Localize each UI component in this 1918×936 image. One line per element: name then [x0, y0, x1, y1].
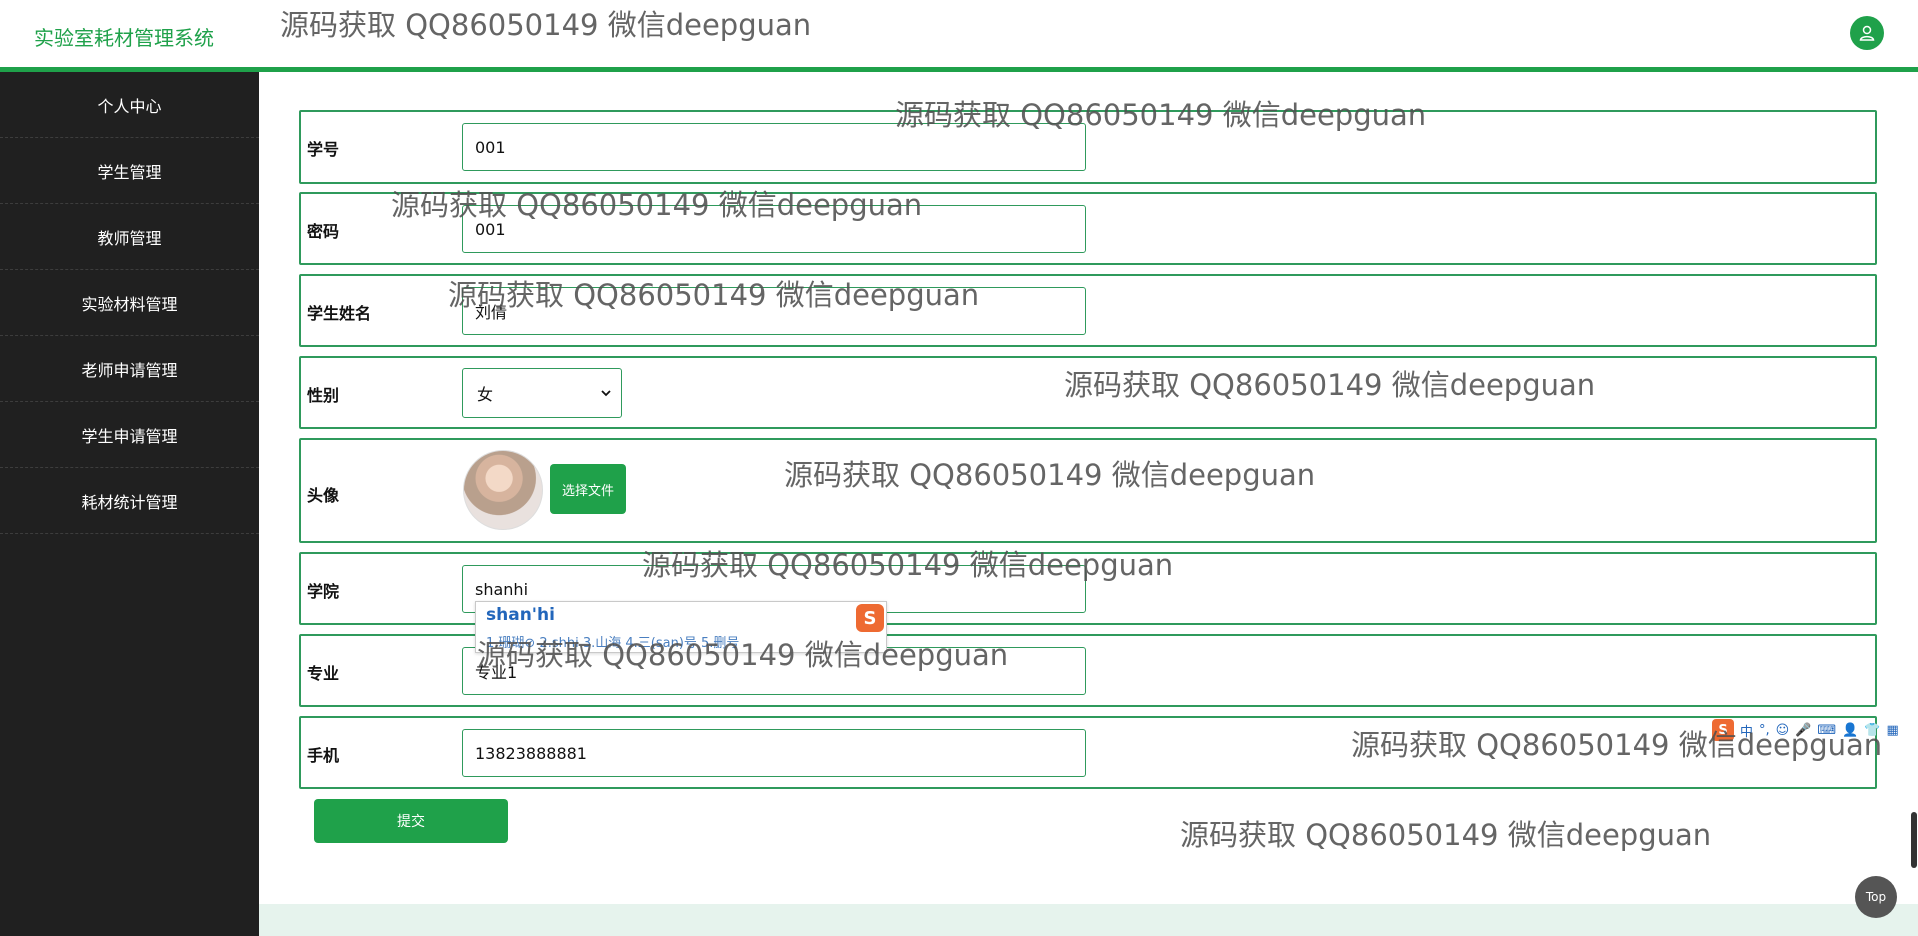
phone-label: 手机: [307, 746, 340, 765]
ime-logo-icon: S: [856, 604, 884, 632]
phone-input[interactable]: [462, 729, 1086, 777]
gender-select-value: 女: [477, 385, 494, 404]
punctuation-icon[interactable]: °,: [1759, 723, 1770, 738]
scrollbar-thumb[interactable]: [1911, 812, 1917, 868]
sidebar-item-student-management[interactable]: 学生管理: [0, 138, 259, 204]
sidebar-item-personal-center[interactable]: 个人中心: [0, 72, 259, 138]
user-icon[interactable]: 👤: [1842, 723, 1858, 738]
name-label: 学生姓名: [307, 304, 372, 323]
microphone-icon[interactable]: 🎤: [1795, 723, 1811, 738]
submit-button[interactable]: 提交: [314, 799, 508, 843]
grid-icon[interactable]: ▦: [1887, 723, 1899, 738]
student-id-input[interactable]: [462, 123, 1086, 171]
form-row-student-id: 学号: [299, 110, 1877, 184]
name-input[interactable]: [462, 287, 1086, 335]
password-label: 密码: [307, 222, 340, 241]
user-avatar-button[interactable]: [1850, 16, 1884, 50]
skin-icon[interactable]: 👕: [1864, 723, 1880, 738]
form-row-name: 学生姓名: [299, 274, 1877, 347]
password-input[interactable]: [462, 205, 1086, 253]
major-label: 专业: [307, 664, 340, 683]
keyboard-icon[interactable]: ⌨: [1817, 723, 1836, 738]
back-to-top-button[interactable]: Top: [1855, 876, 1897, 918]
app-title: 实验室耗材管理系统: [34, 26, 214, 50]
footer-strip: [259, 904, 1918, 936]
sidebar-item-student-application[interactable]: 学生申请管理: [0, 402, 259, 468]
form-row-avatar: 头像 选择文件: [299, 438, 1877, 543]
top-bar: 实验室耗材管理系统: [0, 0, 1918, 72]
choose-file-button[interactable]: 选择文件: [550, 464, 626, 514]
ime-candidate-list[interactable]: 1.珊瑚⊘ 2.shhi 3.山海 4.三(san)号 5.删号: [486, 632, 739, 651]
sidebar-item-teacher-management[interactable]: 教师管理: [0, 204, 259, 270]
ime-toolbar-logo-icon: S: [1712, 719, 1734, 741]
chevron-down-icon: [601, 390, 611, 397]
ime-toolbar[interactable]: S 中 °, ☺ 🎤 ⌨ 👤 👕 ▦: [1712, 718, 1918, 742]
student-id-label: 学号: [307, 140, 340, 159]
form-row-password: 密码: [299, 192, 1877, 265]
sidebar-item-material-management[interactable]: 实验材料管理: [0, 270, 259, 336]
avatar-image: [463, 450, 543, 530]
sidebar-item-teacher-application[interactable]: 老师申请管理: [0, 336, 259, 402]
form-row-phone: 手机: [299, 716, 1877, 789]
gender-label: 性别: [307, 386, 340, 405]
major-input[interactable]: [462, 647, 1086, 695]
ime-language-indicator[interactable]: 中: [1740, 721, 1753, 740]
ime-candidate-popup: shan'hi 1.珊瑚⊘ 2.shhi 3.山海 4.三(san)号 5.删号…: [475, 601, 887, 653]
user-icon: [1859, 25, 1875, 41]
avatar-label: 头像: [307, 486, 340, 505]
form-row-gender: 性别 女: [299, 356, 1877, 429]
sidebar-item-consumable-statistics[interactable]: 耗材统计管理: [0, 468, 259, 534]
emoji-icon[interactable]: ☺: [1776, 723, 1790, 738]
gender-select[interactable]: 女: [462, 368, 622, 418]
ime-composition: shan'hi: [486, 605, 555, 625]
college-label: 学院: [307, 582, 340, 601]
sidebar: 个人中心 学生管理 教师管理 实验材料管理 老师申请管理 学生申请管理 耗材统计…: [0, 72, 259, 936]
